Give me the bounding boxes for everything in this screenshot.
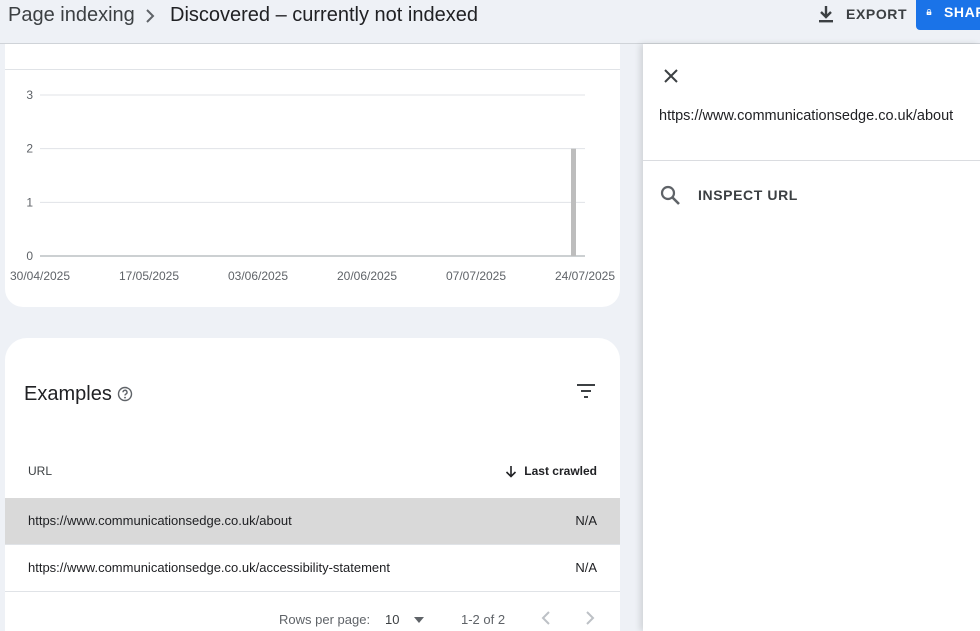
arrow-down-icon [506,465,517,478]
share-button[interactable]: SHARE [916,0,980,30]
search-icon [660,185,680,205]
x-tick-label: 17/05/2025 [119,269,179,283]
rows-per-page-select[interactable]: 10 [385,612,399,627]
inspect-url-button[interactable]: INSPECT URL [659,184,798,206]
close-icon[interactable] [663,68,679,84]
rows-per-page-label: Rows per page: [279,612,371,627]
examples-title: Examples [24,383,112,405]
chevron-left-icon[interactable] [539,610,553,626]
download-icon [819,6,833,23]
url-details-panel: https://www.communicationsedge.co.uk/abo… [643,44,980,631]
table-row[interactable]: https://www.communicationsedge.co.uk/abo… [5,498,620,545]
examples-card: Examples URL Last crawled https://www.co… [5,338,620,631]
column-header-url: URL [28,464,53,478]
table-row[interactable]: https://www.communicationsedge.co.uk/acc… [5,545,620,592]
share-label: SHARE [943,4,980,20]
breadcrumb-root[interactable]: Page indexing [8,4,135,27]
export-label: EXPORT [846,6,908,22]
chevron-right-icon [146,9,155,23]
export-button[interactable]: EXPORT [816,2,907,26]
page-header: Page indexing Discovered – currently not… [0,0,980,44]
x-tick-label: 20/06/2025 [337,269,397,283]
help-icon[interactable] [117,386,133,402]
y-tick-label: 3 [26,88,33,102]
chevron-right-icon[interactable] [583,610,597,626]
y-tick-label: 1 [26,195,33,209]
x-tick-label: 30/04/2025 [10,269,70,283]
row-last-crawled: N/A [575,513,597,528]
column-header-last-crawled-label: Last crawled [524,464,597,478]
x-tick-label: 24/07/2025 [555,269,615,283]
pagination-range: 1-2 of 2 [461,612,506,627]
panel-divider [643,160,980,161]
row-url: https://www.communicationsedge.co.uk/abo… [28,513,292,528]
lock-icon [926,9,932,15]
inspect-url-label: INSPECT URL [698,187,798,203]
x-tick-label: 07/07/2025 [446,269,506,283]
column-header-last-crawled[interactable]: Last crawled [505,464,597,478]
y-tick-label: 2 [26,142,33,156]
row-last-crawled: N/A [575,560,597,575]
panel-url: https://www.communicationsedge.co.uk/abo… [659,108,954,124]
filter-icon[interactable] [575,382,597,400]
chart-bar [571,148,576,256]
chart-card: 0 1 2 3 30/04/2025 17/05/2025 03/06/2025 20/06/… [5,44,620,307]
page-title: Discovered – currently not indexed [170,4,478,26]
pagination: Rows per page: 10 1-2 of 2 [5,608,620,631]
indexing-chart: 0 1 2 3 30/04/2025 17/05/2025 03/06/2025 20/06/… [10,88,615,283]
row-url: https://www.communicationsedge.co.uk/acc… [28,560,390,575]
dropdown-arrow-icon[interactable] [413,616,425,624]
x-tick-label: 03/06/2025 [228,269,288,283]
y-tick-label: 0 [26,249,33,263]
